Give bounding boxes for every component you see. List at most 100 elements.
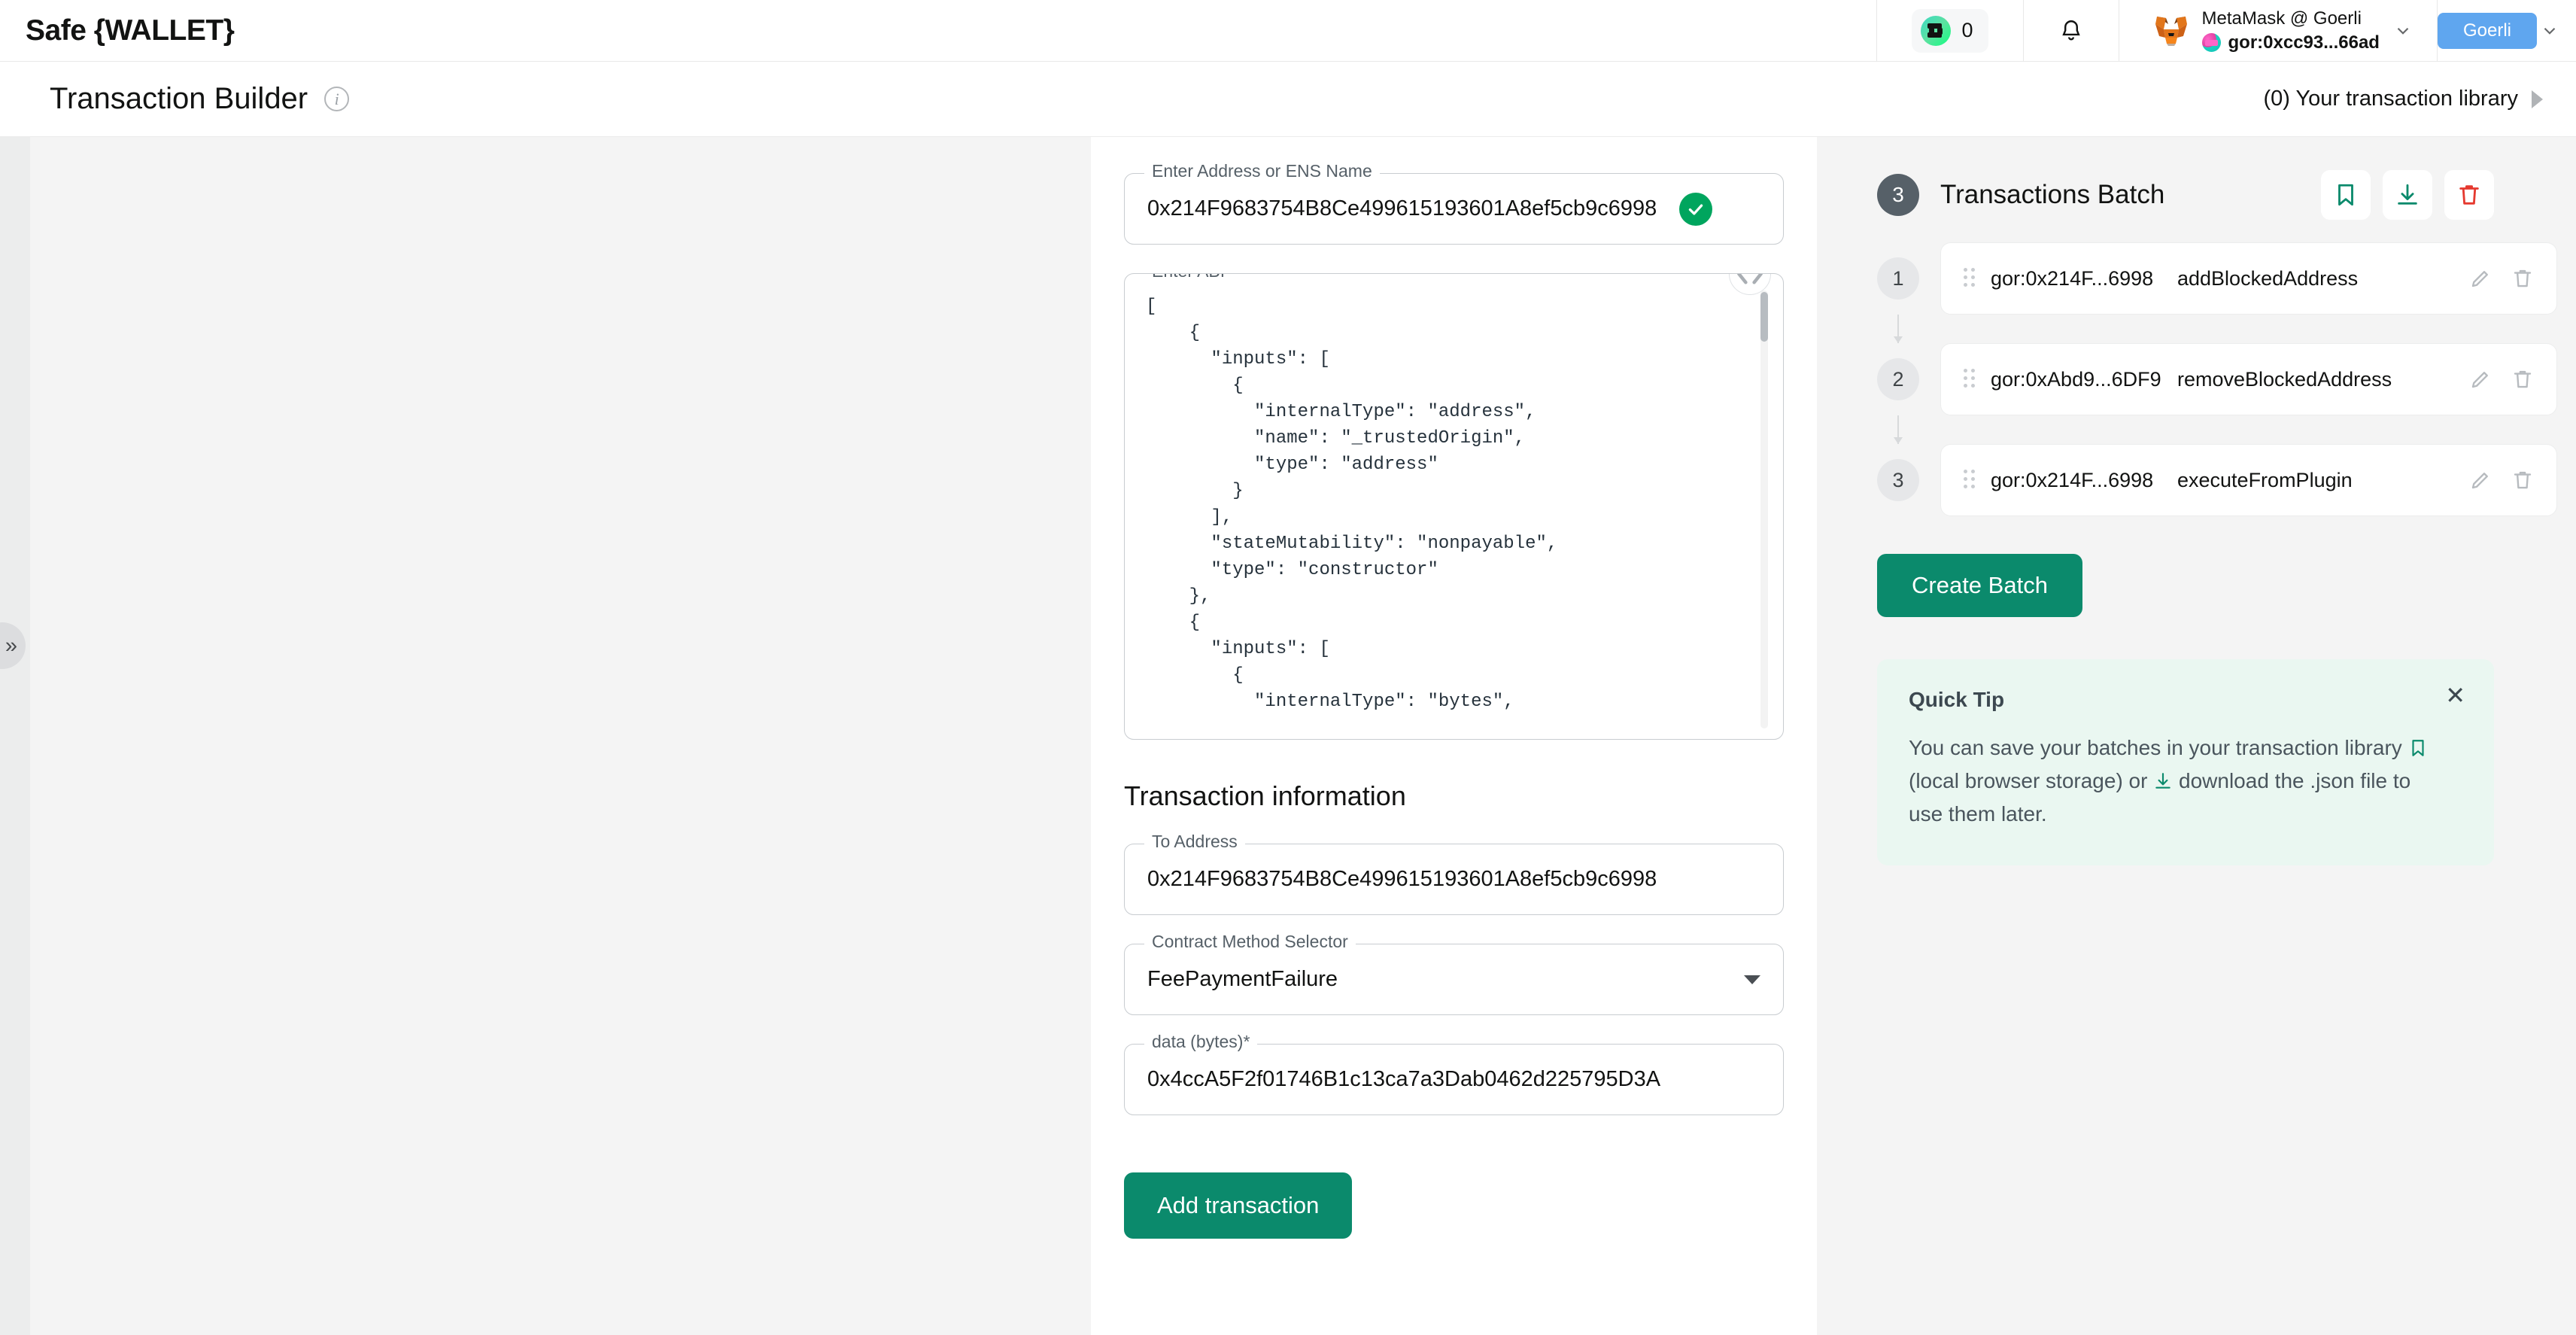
trash-icon[interactable] (2511, 267, 2534, 290)
transaction-library-link[interactable]: (0) Your transaction library (2264, 87, 2543, 111)
save-to-library-button[interactable] (2321, 170, 2371, 220)
safe-tokens-chip[interactable]: 0 (1912, 8, 1988, 53)
drag-handle-icon[interactable] (1964, 369, 1976, 390)
table-row[interactable]: 3 gor:0x214F...6998 executeFromPlugin (1877, 444, 2576, 516)
sidebar-rail: » (0, 137, 30, 1335)
create-batch-button[interactable]: Create Batch (1877, 554, 2082, 617)
transaction-address: gor:0x214F...6998 (1991, 266, 2154, 290)
table-row[interactable]: 1 gor:0x214F...6998 addBlockedAddress (1877, 242, 2576, 315)
transaction-method: removeBlockedAddress (2177, 367, 2392, 391)
safe-logo-icon (1921, 15, 1952, 46)
code-brackets-icon[interactable] (1729, 274, 1771, 295)
address-field-label: Enter Address or ENS Name (1144, 163, 1380, 180)
quick-tip-body: You can save your batches in your transa… (1909, 731, 2435, 831)
transaction-card[interactable]: gor:0xAbd9...6DF9 removeBlockedAddress (1940, 343, 2557, 415)
batch-title: Transactions Batch (1940, 180, 2165, 209)
account-address-row: gor:0xcc93...66ad (2201, 32, 2380, 53)
bookmark-icon (2338, 184, 2353, 206)
delete-batch-button[interactable] (2444, 170, 2494, 220)
download-icon (2155, 773, 2170, 789)
drag-handle-icon[interactable] (1964, 470, 1976, 491)
left-spacer (30, 137, 560, 1335)
account-selector[interactable]: MetaMask @ Goerli gor:0xcc93...66ad (2119, 8, 2437, 53)
trash-icon[interactable] (2511, 368, 2534, 391)
check-circle-icon (1679, 192, 1713, 226)
chevron-down-icon (2397, 27, 2409, 35)
transaction-address: gor:0xAbd9...6DF9 (1991, 367, 2161, 391)
transaction-index: 1 (1877, 257, 1919, 300)
transactions-list: 1 gor:0x214F...6998 addBlockedAddress 2 … (1877, 242, 2576, 516)
quick-tip-title: Quick Tip (1909, 688, 2005, 711)
chevron-down-icon (2544, 27, 2556, 35)
sidebar-expand-button[interactable]: » (0, 622, 26, 669)
data-bytes-input[interactable]: 0x4ccA5F2f01746B1c13ca7a3Dab0462d225795D… (1125, 1045, 1783, 1115)
tokens-count: 0 (1961, 19, 1973, 41)
quick-tip-text-1: You can save your batches in your transa… (1909, 736, 2408, 759)
transaction-address: gor:0x214F...6998 (1991, 468, 2154, 491)
account-info: MetaMask @ Goerli gor:0xcc93...66ad (2201, 8, 2380, 53)
batch-step-badge: 3 (1877, 174, 1919, 216)
contract-method-selector-field[interactable]: Contract Method Selector FeePaymentFailu… (1124, 933, 1784, 1015)
bell-icon (2061, 20, 2080, 40)
transaction-builder-card: Enter Address or ENS Name 0x214F9683754B… (1091, 137, 1817, 1335)
page-title-bar: Transaction Builder i (0) Your transacti… (0, 62, 2576, 137)
transaction-row-actions (2469, 469, 2534, 491)
page-title: Transaction Builder (50, 82, 308, 115)
notifications-button[interactable] (2024, 18, 2119, 44)
account-name: MetaMask @ Goerli (2201, 8, 2362, 29)
app-brand[interactable]: Safe {WALLET} (0, 14, 235, 47)
transaction-method: executeFromPlugin (2177, 468, 2353, 491)
transaction-row-actions (2469, 267, 2534, 290)
abi-scrollbar-track[interactable] (1760, 290, 1768, 728)
address-field[interactable]: Enter Address or ENS Name 0x214F9683754B… (1124, 163, 1784, 245)
download-icon (2398, 184, 2417, 205)
network-button[interactable]: Goerli (2437, 12, 2537, 49)
contract-method-value: FeePaymentFailure (1147, 967, 1338, 991)
data-bytes-label: data (bytes)* (1144, 1033, 1258, 1051)
abi-input[interactable]: [ { "inputs": [ { "internalType": "addre… (1125, 274, 1783, 739)
data-bytes-field[interactable]: data (bytes)* 0x4ccA5F2f01746B1c13ca7a3D… (1124, 1033, 1784, 1115)
transaction-card[interactable]: gor:0x214F...6998 executeFromPlugin (1940, 444, 2557, 516)
contract-method-label: Contract Method Selector (1144, 933, 1356, 950)
table-row[interactable]: 2 gor:0xAbd9...6DF9 removeBlockedAddress (1877, 343, 2576, 415)
abi-field[interactable]: Enter ABI [ { "inputs": [ { "internalTyp… (1124, 273, 1784, 740)
caret-down-icon (1744, 975, 1760, 984)
close-icon[interactable]: ✕ (2445, 683, 2465, 707)
pencil-icon[interactable] (2469, 368, 2492, 391)
to-address-input[interactable]: 0x214F9683754B8Ce499615193601A8ef5cb9c69… (1125, 844, 1783, 914)
transactions-batch-panel: 3 Transactions Batch 1 gor:0x214F...6998… (1817, 137, 2576, 1335)
drag-handle-icon[interactable] (1964, 268, 1976, 289)
address-input[interactable]: 0x214F9683754B8Ce499615193601A8ef5cb9c69… (1125, 174, 1679, 244)
contract-method-select[interactable]: FeePaymentFailure (1125, 944, 1783, 1014)
transaction-information-title: Transaction information (1124, 780, 1406, 811)
info-icon[interactable]: i (324, 87, 350, 111)
download-json-button[interactable] (2383, 170, 2432, 220)
network-selector[interactable]: Goerli (2437, 12, 2576, 49)
bookmark-icon (2411, 740, 2424, 756)
batch-header: 3 Transactions Batch (1877, 170, 2494, 220)
address-field-row: 0x214F9683754B8Ce499615193601A8ef5cb9c69… (1125, 174, 1783, 244)
add-transaction-button[interactable]: Add transaction (1124, 1172, 1353, 1239)
pencil-icon[interactable] (2469, 469, 2492, 491)
transaction-connector (1894, 315, 1903, 343)
transaction-card[interactable]: gor:0x214F...6998 addBlockedAddress (1940, 242, 2557, 315)
identicon-avatar (2201, 33, 2221, 52)
to-address-label: To Address (1144, 833, 1245, 850)
metamask-fox-icon (2155, 16, 2187, 46)
transaction-index: 3 (1877, 459, 1919, 501)
batch-header-actions (2321, 170, 2494, 220)
trash-icon (2459, 185, 2479, 205)
transaction-connector (1894, 415, 1903, 444)
abi-field-label: Enter ABI (1144, 274, 1233, 280)
account-address: gor:0xcc93...66ad (2228, 32, 2380, 53)
quick-tip-text-2: (local browser storage) or (1909, 769, 2154, 792)
abi-scrollbar-thumb[interactable] (1760, 292, 1768, 342)
trash-icon[interactable] (2511, 469, 2534, 491)
page-body: » Enter Address or ENS Name 0x214F968375… (0, 137, 2576, 1335)
pencil-icon[interactable] (2469, 267, 2492, 290)
chevron-right-icon (2532, 90, 2543, 108)
transaction-method: addBlockedAddress (2177, 266, 2359, 290)
divider (1876, 0, 1878, 62)
to-address-field[interactable]: To Address 0x214F9683754B8Ce499615193601… (1124, 833, 1784, 915)
top-bar: Safe {WALLET} 0 MetaMask @ Goerli gor:0x… (0, 0, 2576, 62)
